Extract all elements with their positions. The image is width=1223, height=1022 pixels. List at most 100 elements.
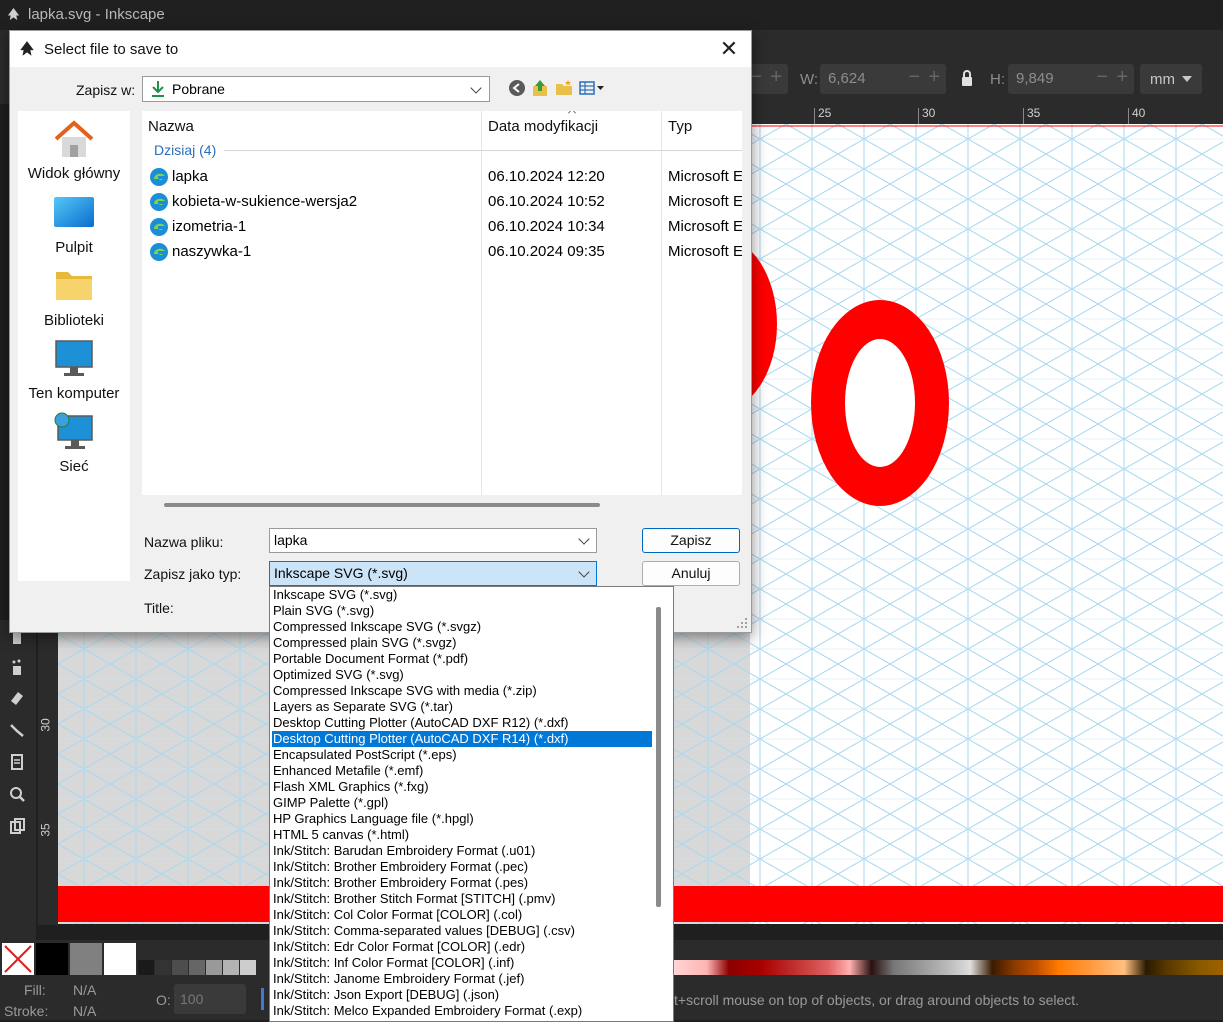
type-option[interactable]: Ink/Stitch: Brother Stitch Format [STITC… (272, 891, 652, 907)
group-header[interactable]: Dzisiaj (4) (154, 142, 216, 158)
h-field[interactable]: 9,849 − + (1008, 64, 1134, 94)
back-icon[interactable] (508, 79, 526, 97)
type-option[interactable]: Desktop Cutting Plotter (AutoCAD DXF R12… (272, 715, 652, 731)
save-button[interactable]: Zapisz (642, 528, 740, 553)
save-as-type-value: Inkscape SVG (*.svg) (274, 565, 408, 581)
swatch[interactable] (206, 960, 222, 975)
layer-indicator (261, 988, 264, 1010)
file-row[interactable]: lapka 06.10.2024 12:20 Microsoft E (142, 164, 742, 189)
column-header-name[interactable]: Nazwa (148, 118, 194, 135)
ruler-label: 35 (1027, 106, 1041, 120)
h-decrement-icon[interactable]: − (1096, 66, 1108, 89)
place-this-pc[interactable]: Ten komputer (18, 337, 130, 402)
swatch-strip[interactable] (674, 960, 1223, 975)
save-as-type-dropdown[interactable]: Inkscape SVG (*.svg) Plain SVG (*.svg) Com… (269, 586, 674, 1022)
type-option[interactable]: Ink/Stitch: Janome Embroidery Format (.j… (272, 971, 652, 987)
chevron-down-icon[interactable] (578, 533, 590, 545)
ruler-label: 40 (1132, 106, 1146, 120)
edge-file-icon (150, 193, 168, 211)
file-date: 06.10.2024 09:35 (488, 243, 605, 260)
type-option[interactable]: Flash XML Graphics (*.fxg) (272, 779, 652, 795)
connector-tool-icon[interactable] (7, 720, 27, 740)
type-option[interactable]: Ink/Stitch: Barudan Embroidery Format (.… (272, 843, 652, 859)
resize-grip-icon[interactable] (736, 617, 748, 629)
edge-file-icon (150, 168, 168, 186)
w-decrement-icon[interactable]: − (908, 66, 920, 89)
dropdown-scrollbar-thumb[interactable] (656, 607, 661, 907)
column-header-type[interactable]: Typ (668, 118, 692, 135)
h-increment-icon[interactable]: + (1116, 66, 1128, 89)
title-label: Title: (144, 600, 174, 616)
pages-tool-icon[interactable] (7, 816, 27, 836)
w-increment-icon[interactable]: + (928, 66, 940, 89)
save-file-dialog: Select file to save to ✕ Zapisz w: Pobra… (9, 30, 752, 633)
type-option[interactable]: HTML 5 canvas (*.html) (272, 827, 652, 843)
file-row[interactable]: kobieta-w-sukience-wersja2 06.10.2024 10… (142, 189, 742, 214)
close-icon[interactable]: ✕ (714, 35, 744, 63)
type-option[interactable]: Plain SVG (*.svg) (272, 603, 652, 619)
spray-tool-icon[interactable] (7, 658, 27, 678)
place-network[interactable]: Sieć (18, 410, 130, 475)
type-option[interactable]: Ink/Stitch: Melco Expanded Embroidery Fo… (272, 1003, 652, 1019)
type-option[interactable]: Compressed Inkscape SVG (*.svgz) (272, 619, 652, 635)
swatch-black[interactable] (36, 943, 68, 975)
type-option[interactable]: Ink/Stitch: Inf Color Format [COLOR] (.i… (272, 955, 652, 971)
type-option[interactable]: Compressed Inkscape SVG with media (*.zi… (272, 683, 652, 699)
no-paint-swatch[interactable] (2, 943, 34, 975)
opacity-label: O: (156, 992, 171, 1008)
save-in-combo[interactable]: Pobrane (142, 76, 490, 102)
type-option[interactable]: Ink/Stitch: Brother Embroidery Format (.… (272, 859, 652, 875)
place-label: Sieć (59, 458, 89, 475)
type-option[interactable]: Encapsulated PostScript (*.eps) (272, 747, 652, 763)
lock-icon[interactable] (956, 64, 978, 94)
unit-select[interactable]: mm (1140, 64, 1202, 94)
swatch[interactable] (138, 960, 154, 975)
type-option[interactable]: Compressed plain SVG (*.svgz) (272, 635, 652, 651)
type-option[interactable]: GIMP Palette (*.gpl) (272, 795, 652, 811)
place-home[interactable]: Widok główny (18, 117, 130, 182)
new-folder-icon[interactable] (555, 79, 573, 97)
save-as-type-combo[interactable]: Inkscape SVG (*.svg) (269, 561, 597, 586)
place-libraries[interactable]: Biblioteki (18, 264, 130, 329)
file-list[interactable]: Nazwa Data modyfikacji Typ Dzisiaj (4) l… (142, 111, 742, 495)
type-option[interactable]: Inkscape SVG (*.svg) (272, 587, 652, 603)
view-menu-icon[interactable] (579, 79, 607, 97)
zoom-tool-icon[interactable] (7, 784, 27, 804)
opacity-field[interactable]: 100 (174, 984, 246, 1014)
type-option[interactable]: Desktop Cutting Plotter (AutoCAD DXF R14… (272, 731, 652, 747)
type-option[interactable]: Ink/Stitch: Comma-separated values [DEBU… (272, 923, 652, 939)
filename-field[interactable]: lapka (269, 528, 597, 553)
page-tool-icon[interactable] (7, 752, 27, 772)
file-date: 06.10.2024 12:20 (488, 168, 605, 185)
ruler-horizontal[interactable]: 25 30 35 40 (750, 104, 1223, 125)
swatch[interactable] (172, 960, 188, 975)
up-folder-icon[interactable] (531, 79, 549, 97)
ruler-vertical[interactable]: 30 35 (38, 630, 58, 925)
swatch-white[interactable] (104, 943, 136, 975)
x-field-partial[interactable]: − + (750, 64, 788, 94)
place-desktop[interactable]: Pulpit (18, 191, 130, 256)
type-option[interactable]: Ink/Stitch: Col Color Format [COLOR] (.c… (272, 907, 652, 923)
chevron-down-icon[interactable] (578, 566, 590, 578)
w-field[interactable]: 6,624 − + (820, 64, 946, 94)
file-row[interactable]: izometria-1 06.10.2024 10:34 Microsoft E (142, 214, 742, 239)
type-option[interactable]: Ink/Stitch: Edr Color Format [COLOR] (.e… (272, 939, 652, 955)
type-option[interactable]: Ink/Stitch: Brother Embroidery Format (.… (272, 875, 652, 891)
swatch-gray[interactable] (70, 943, 102, 975)
type-option[interactable]: Portable Document Format (*.pdf) (272, 651, 652, 667)
scrollbar-thumb[interactable] (164, 503, 600, 507)
type-option[interactable]: Enhanced Metafile (*.emf) (272, 763, 652, 779)
horizontal-scrollbar[interactable] (142, 495, 742, 515)
type-option[interactable]: HP Graphics Language file (*.hpgl) (272, 811, 652, 827)
swatch[interactable] (240, 960, 256, 975)
swatch[interactable] (155, 960, 171, 975)
type-option[interactable]: Ink/Stitch: Json Export [DEBUG] (.json) (272, 987, 652, 1003)
type-option[interactable]: Layers as Separate SVG (*.tar) (272, 699, 652, 715)
eraser-tool-icon[interactable] (7, 688, 27, 708)
swatch[interactable] (189, 960, 205, 975)
file-row[interactable]: naszywka-1 06.10.2024 09:35 Microsoft E (142, 239, 742, 264)
type-option[interactable]: Optimized SVG (*.svg) (272, 667, 652, 683)
swatch[interactable] (223, 960, 239, 975)
column-header-date[interactable]: Data modyfikacji (488, 118, 598, 135)
cancel-button[interactable]: Anuluj (642, 561, 740, 586)
